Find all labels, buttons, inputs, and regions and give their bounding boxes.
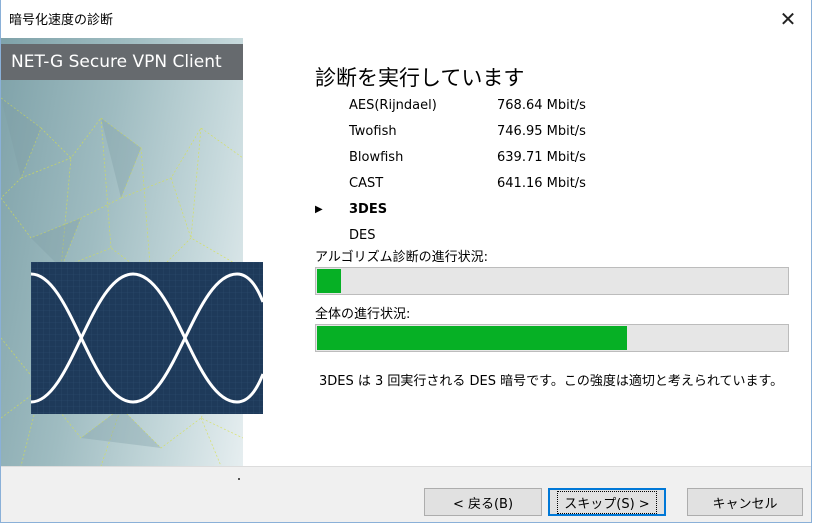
- title-bar: 暗号化速度の診断 ✕: [1, 0, 811, 38]
- close-icon[interactable]: ✕: [765, 0, 811, 38]
- cancel-button[interactable]: キャンセル: [687, 488, 803, 516]
- total-progress-fill: [317, 326, 627, 350]
- algo-progress-label: アルゴリズム診断の進行状況:: [315, 250, 488, 265]
- brand-label: NET-G Secure VPN Client: [1, 44, 243, 80]
- algo-progress-fill: [317, 269, 341, 293]
- algorithm-speed: 641.16 Mbit/s: [497, 176, 586, 191]
- algorithm-speed: 768.64 Mbit/s: [497, 98, 586, 113]
- page-heading: 診断を実行しています: [315, 66, 525, 90]
- separator-dot: [238, 478, 240, 480]
- algorithm-name: CAST: [349, 176, 384, 191]
- skip-button[interactable]: スキップ(S) >: [548, 488, 666, 516]
- algorithm-speed: 746.95 Mbit/s: [497, 124, 586, 139]
- algorithm-description: 3DES は 3 回実行される DES 暗号です。この強度は適切と考えられていま…: [319, 374, 784, 389]
- dialog-window: 暗号化速度の診断 ✕ NET-G Secure VPN Client 診断を実行…: [0, 0, 812, 523]
- algorithm-name: DES: [349, 228, 376, 243]
- dialog-content: NET-G Secure VPN Client 診断を実行しています AES(R…: [1, 38, 811, 466]
- waveform-graphic: [30, 262, 265, 414]
- algorithm-name: Twofish: [349, 124, 397, 139]
- algorithm-name: 3DES: [349, 202, 388, 217]
- total-progress-bar: [315, 324, 789, 352]
- skip-button-label: スキップ(S) >: [557, 490, 657, 514]
- algorithm-name: Blowfish: [349, 150, 404, 165]
- algorithm-name: AES(Rijndael): [349, 98, 437, 113]
- algorithm-speed: 639.71 Mbit/s: [497, 150, 586, 165]
- window-title: 暗号化速度の診断: [9, 13, 114, 28]
- current-marker-icon: ▶: [315, 204, 323, 215]
- button-bar: < 戻る(B) スキップ(S) > キャンセル: [1, 466, 811, 522]
- back-button[interactable]: < 戻る(B): [424, 488, 542, 516]
- total-progress-label: 全体の進行状況:: [315, 307, 411, 322]
- algo-progress-bar: [315, 267, 789, 295]
